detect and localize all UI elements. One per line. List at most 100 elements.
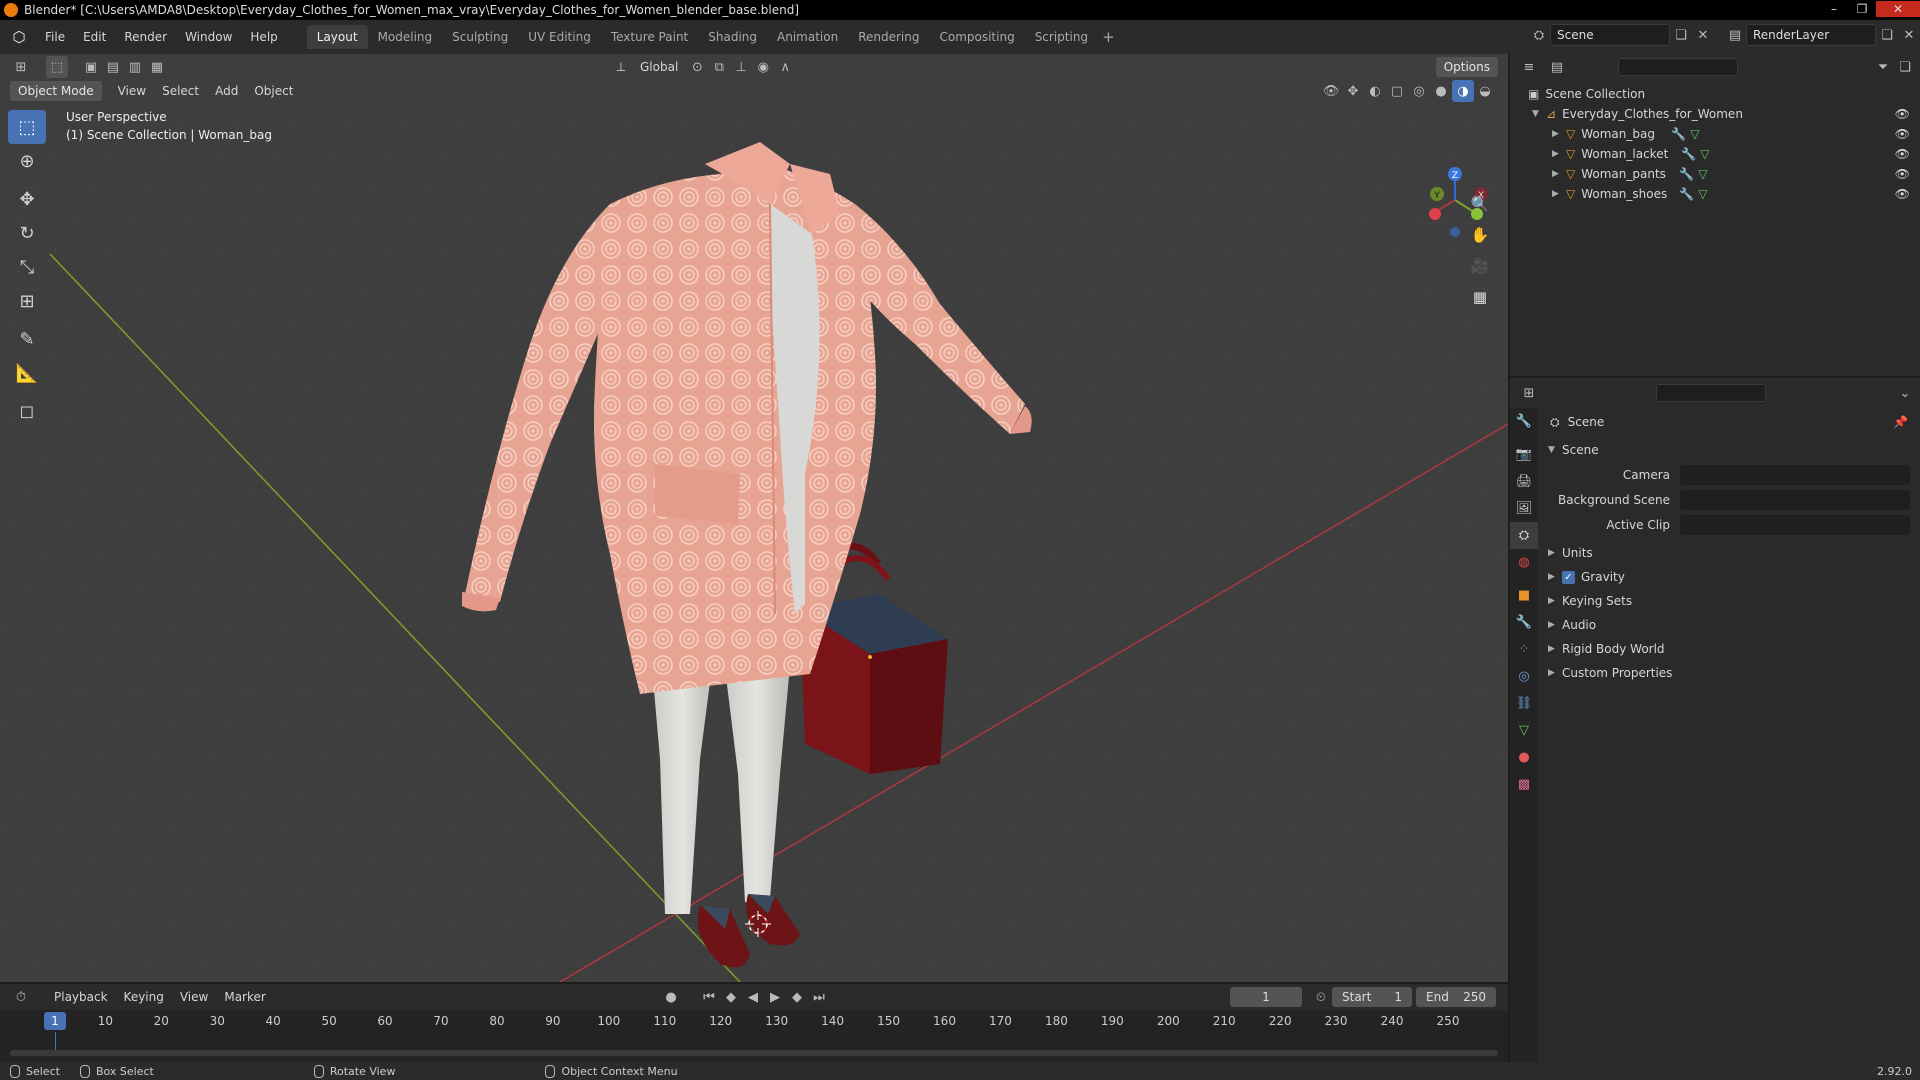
snap-icon[interactable]: ⧉	[708, 56, 730, 78]
outliner-item[interactable]: ▶ ▽ Woman_shoes 🔧 ▽ 👁	[1510, 184, 1920, 204]
solid-shading-icon[interactable]: ●	[1430, 80, 1452, 102]
world-tab-icon[interactable]: ◍	[1510, 549, 1538, 576]
scene-name-field[interactable]: Scene	[1550, 24, 1670, 46]
gizmo-toggle-icon[interactable]: ✥	[1342, 80, 1364, 102]
rotate-tool-icon[interactable]: ↻	[8, 216, 46, 250]
physics-tab-icon[interactable]: ◎	[1510, 663, 1538, 690]
play-reverse-icon[interactable]: ◀	[742, 986, 764, 1008]
texture-tab-icon[interactable]: ▩	[1510, 771, 1538, 798]
minimize-button[interactable]: –	[1820, 1, 1848, 17]
tab-texture-paint[interactable]: Texture Paint	[601, 25, 698, 49]
end-frame-field[interactable]: End 250	[1416, 987, 1496, 1007]
rigid-body-world-panel[interactable]: ▶ Rigid Body World	[1540, 637, 1920, 661]
material-tab-icon[interactable]: ●	[1510, 744, 1538, 771]
tool-tab-icon[interactable]: 🔧	[1510, 408, 1538, 435]
camera-field[interactable]	[1680, 464, 1910, 485]
menu-render[interactable]: Render	[115, 24, 176, 50]
select-box-tool-icon[interactable]: ⬚	[8, 110, 46, 144]
jump-start-icon[interactable]: ⏮	[698, 986, 720, 1008]
viewport-menu-select[interactable]: Select	[154, 84, 207, 98]
custom-properties-panel[interactable]: ▶ Custom Properties	[1540, 661, 1920, 685]
transform-orientation-dropdown[interactable]: Global	[632, 60, 686, 74]
filter-icon[interactable]: ⏷	[1872, 56, 1894, 78]
menu-window[interactable]: Window	[176, 24, 241, 50]
select-mode-new-icon[interactable]: ▣	[80, 56, 102, 78]
scale-tool-icon[interactable]: ⤡	[8, 250, 46, 284]
tab-modeling[interactable]: Modeling	[368, 25, 443, 49]
properties-editor-type-icon[interactable]: ⊞	[1518, 382, 1540, 404]
select-tool-icon[interactable]: ⬚	[46, 56, 68, 78]
audio-panel[interactable]: ▶ Audio	[1540, 613, 1920, 637]
timeline-scrollbar[interactable]	[10, 1050, 1498, 1056]
object-tab-icon[interactable]: ■	[1510, 582, 1538, 609]
output-tab-icon[interactable]: 🖨	[1510, 468, 1538, 495]
outliner-item[interactable]: ▶ ▽ Woman_bag 🔧 ▽ 👁	[1510, 124, 1920, 144]
wireframe-shading-icon[interactable]: ◎	[1408, 80, 1430, 102]
expand-arrow-icon[interactable]: ▼	[1532, 104, 1546, 124]
viewport-menu-add[interactable]: Add	[207, 84, 246, 98]
viewport-menu-view[interactable]: View	[110, 84, 154, 98]
pin-icon[interactable]: 📌	[1893, 415, 1908, 429]
overlay-toggle-icon[interactable]: ◐	[1364, 80, 1386, 102]
measure-tool-icon[interactable]: 📐	[8, 356, 46, 390]
new-view-layer-icon[interactable]: ❏	[1876, 24, 1898, 46]
select-mode-invert-icon[interactable]: ▦	[146, 56, 168, 78]
snap-target-icon[interactable]: ⊥	[730, 56, 752, 78]
transform-tool-icon[interactable]: ⊞	[8, 284, 46, 318]
timeline-menu-marker[interactable]: Marker	[216, 990, 273, 1004]
expand-arrow-icon[interactable]: ▶	[1552, 124, 1566, 144]
properties-search-input[interactable]	[1656, 384, 1766, 402]
view-layer-icon[interactable]: ▤	[1724, 24, 1746, 46]
scene-panel-header[interactable]: ▼ Scene	[1540, 438, 1920, 462]
particles-tab-icon[interactable]: ⁘	[1510, 636, 1538, 663]
eye-icon[interactable]: 👁	[1895, 104, 1910, 124]
falloff-icon[interactable]: ∧	[774, 56, 796, 78]
expand-arrow-icon[interactable]: ▶	[1552, 144, 1566, 164]
outliner-scene-collection[interactable]: ▣ Scene Collection	[1510, 84, 1920, 104]
current-frame-field[interactable]: 1	[1230, 987, 1302, 1007]
tab-animation[interactable]: Animation	[767, 25, 848, 49]
tab-uv-editing[interactable]: UV Editing	[518, 25, 601, 49]
jump-end-icon[interactable]: ⏭	[808, 986, 830, 1008]
menu-edit[interactable]: Edit	[74, 24, 115, 50]
auto-keying-icon[interactable]: ●	[660, 986, 682, 1008]
tab-shading[interactable]: Shading	[698, 25, 767, 49]
blender-menu-icon[interactable]: ⬡	[10, 28, 28, 46]
outliner-collection[interactable]: ▼ ⊿ Everyday_Clothes_for_Women 👁	[1510, 104, 1920, 124]
pan-hand-icon[interactable]: ✋	[1466, 221, 1494, 249]
keying-sets-panel[interactable]: ▶ Keying Sets	[1540, 589, 1920, 613]
object-mode-dropdown[interactable]: Object Mode	[10, 81, 102, 101]
modifier-tab-icon[interactable]: 🔧	[1510, 609, 1538, 636]
3d-viewport[interactable]: Y X Z ⊞ ⬚ ▣ ▤ ▥ ▦ ⟂ Global ⊙ ⧉ ⊥ ◉ ∧ Opt…	[0, 54, 1508, 982]
rendered-shading-icon[interactable]: ◒	[1474, 80, 1496, 102]
gravity-panel[interactable]: ▶ ✓ Gravity	[1540, 565, 1920, 589]
timeline-menu-playback[interactable]: Playback	[46, 990, 116, 1004]
close-button[interactable]: ✕	[1876, 1, 1920, 17]
timeline-editor-type-icon[interactable]: ⏱	[10, 986, 32, 1008]
material-shading-icon[interactable]: ◑	[1452, 80, 1474, 102]
play-icon[interactable]: ▶	[764, 986, 786, 1008]
timeline-menu-keying[interactable]: Keying	[116, 990, 172, 1004]
orientation-icon[interactable]: ⟂	[610, 56, 632, 78]
outliner-item[interactable]: ▶ ▽ Woman_pants 🔧 ▽ 👁	[1510, 164, 1920, 184]
new-collection-icon[interactable]: ❏	[1894, 56, 1916, 78]
eye-icon[interactable]: 👁	[1895, 144, 1910, 164]
tab-sculpting[interactable]: Sculpting	[442, 25, 518, 49]
annotate-tool-icon[interactable]: ✎	[8, 322, 46, 356]
tab-rendering[interactable]: Rendering	[848, 25, 929, 49]
playhead[interactable]: 1	[44, 1012, 66, 1030]
timeline-ruler[interactable]: 1 10 20 30 40 50 60 70 80 90 100 110 120 130 140 150 16…	[0, 1010, 1508, 1032]
eye-icon[interactable]: 👁	[1895, 184, 1910, 204]
cursor-tool-icon[interactable]: ⊕	[8, 144, 46, 178]
select-mode-subtract-icon[interactable]: ▥	[124, 56, 146, 78]
add-cube-tool-icon[interactable]: ◻	[8, 394, 46, 428]
data-tab-icon[interactable]: ▽	[1510, 717, 1538, 744]
jump-keyframe-back-icon[interactable]: ◆	[720, 986, 742, 1008]
eye-icon[interactable]: 👁	[1895, 124, 1910, 144]
editor-type-icon[interactable]: ⊞	[10, 56, 32, 78]
options-dropdown[interactable]: Options	[1435, 57, 1498, 77]
properties-options-icon[interactable]: ⌄	[1894, 382, 1916, 404]
render-tab-icon[interactable]: 📷	[1510, 441, 1538, 468]
new-scene-icon[interactable]: ❏	[1670, 24, 1692, 46]
menu-file[interactable]: File	[36, 24, 74, 50]
